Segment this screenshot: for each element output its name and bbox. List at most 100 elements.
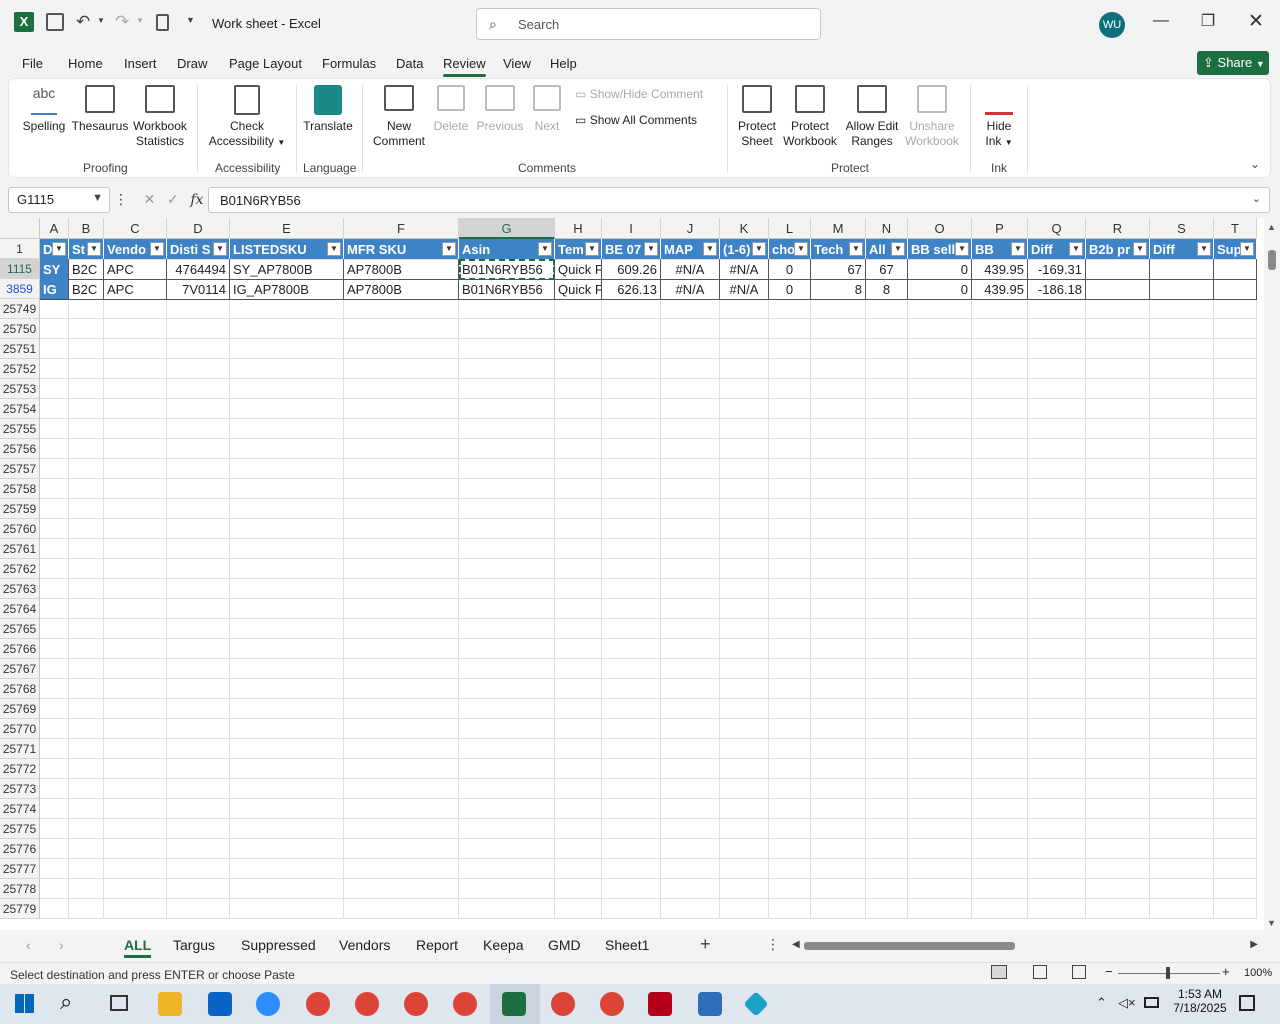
empty-cell[interactable] bbox=[811, 399, 866, 419]
empty-cell[interactable] bbox=[908, 579, 972, 599]
empty-cell[interactable] bbox=[459, 519, 555, 539]
table-cell[interactable]: IG bbox=[40, 279, 69, 300]
empty-cell[interactable] bbox=[459, 699, 555, 719]
empty-cell[interactable] bbox=[69, 759, 104, 779]
empty-cell[interactable] bbox=[1028, 839, 1086, 859]
empty-cell[interactable] bbox=[230, 319, 344, 339]
empty-cell[interactable] bbox=[1086, 719, 1150, 739]
empty-cell[interactable] bbox=[40, 339, 69, 359]
empty-cell[interactable] bbox=[1086, 699, 1150, 719]
empty-cell[interactable] bbox=[811, 879, 866, 899]
empty-cell[interactable] bbox=[230, 559, 344, 579]
empty-cell[interactable] bbox=[555, 659, 602, 679]
empty-cell[interactable] bbox=[720, 419, 769, 439]
empty-cell[interactable] bbox=[602, 799, 661, 819]
empty-cell[interactable] bbox=[602, 319, 661, 339]
empty-cell[interactable] bbox=[866, 799, 908, 819]
empty-cell[interactable] bbox=[555, 539, 602, 559]
table-cell[interactable]: Quick F bbox=[555, 279, 602, 300]
empty-cell[interactable] bbox=[1214, 399, 1257, 419]
empty-cell[interactable] bbox=[720, 459, 769, 479]
empty-cell[interactable] bbox=[1028, 519, 1086, 539]
clock[interactable]: 1:53 AM 7/18/2025 bbox=[1165, 987, 1235, 1015]
empty-cell[interactable] bbox=[1214, 299, 1257, 319]
empty-cell[interactable] bbox=[866, 559, 908, 579]
empty-cell[interactable] bbox=[661, 639, 720, 659]
empty-cell[interactable] bbox=[1028, 539, 1086, 559]
column-header-n[interactable]: N bbox=[866, 218, 908, 239]
empty-cell[interactable] bbox=[1086, 659, 1150, 679]
table-cell[interactable]: 0 bbox=[908, 279, 972, 300]
empty-cell[interactable] bbox=[1086, 779, 1150, 799]
empty-cell[interactable] bbox=[69, 879, 104, 899]
column-header-j[interactable]: J bbox=[661, 218, 720, 239]
empty-cell[interactable] bbox=[811, 839, 866, 859]
empty-cell[interactable] bbox=[230, 899, 344, 919]
empty-cell[interactable] bbox=[555, 699, 602, 719]
empty-cell[interactable] bbox=[459, 559, 555, 579]
tab-draw[interactable]: Draw bbox=[177, 56, 207, 71]
empty-cell[interactable] bbox=[769, 359, 811, 379]
empty-cell[interactable] bbox=[344, 579, 459, 599]
empty-cell[interactable] bbox=[1214, 699, 1257, 719]
column-header-b[interactable]: B bbox=[69, 218, 104, 239]
empty-cell[interactable] bbox=[1150, 599, 1214, 619]
empty-cell[interactable] bbox=[230, 519, 344, 539]
network-icon[interactable] bbox=[1144, 997, 1159, 1008]
empty-cell[interactable] bbox=[1086, 399, 1150, 419]
empty-cell[interactable] bbox=[720, 839, 769, 859]
empty-cell[interactable] bbox=[1086, 559, 1150, 579]
table-cell[interactable] bbox=[1214, 259, 1257, 280]
empty-cell[interactable] bbox=[69, 779, 104, 799]
table-cell[interactable]: 0 bbox=[769, 259, 811, 280]
empty-cell[interactable] bbox=[720, 539, 769, 559]
empty-cell[interactable] bbox=[344, 639, 459, 659]
empty-cell[interactable] bbox=[69, 859, 104, 879]
empty-cell[interactable] bbox=[769, 459, 811, 479]
empty-cell[interactable] bbox=[602, 379, 661, 399]
sheet-tab-keepa[interactable]: Keepa bbox=[483, 937, 523, 953]
empty-cell[interactable] bbox=[104, 379, 167, 399]
empty-cell[interactable] bbox=[459, 739, 555, 759]
empty-cell[interactable] bbox=[555, 379, 602, 399]
empty-cell[interactable] bbox=[1150, 459, 1214, 479]
empty-cell[interactable] bbox=[167, 679, 230, 699]
empty-cell[interactable] bbox=[1150, 719, 1214, 739]
empty-cell[interactable] bbox=[459, 459, 555, 479]
empty-cell[interactable] bbox=[344, 619, 459, 639]
row-header[interactable]: 25765 bbox=[0, 619, 40, 639]
windows-start-icon[interactable] bbox=[15, 994, 34, 1013]
row-header[interactable]: 25752 bbox=[0, 359, 40, 379]
chrome-icon[interactable] bbox=[355, 992, 379, 1016]
empty-cell[interactable] bbox=[167, 519, 230, 539]
empty-cell[interactable] bbox=[167, 619, 230, 639]
empty-cell[interactable] bbox=[602, 899, 661, 919]
filter-dropdown-icon[interactable]: ▼ bbox=[442, 242, 456, 256]
empty-cell[interactable] bbox=[1150, 539, 1214, 559]
empty-cell[interactable] bbox=[1028, 759, 1086, 779]
empty-cell[interactable] bbox=[866, 839, 908, 859]
empty-cell[interactable] bbox=[908, 699, 972, 719]
empty-cell[interactable] bbox=[40, 599, 69, 619]
empty-cell[interactable] bbox=[459, 479, 555, 499]
empty-cell[interactable] bbox=[167, 479, 230, 499]
search-input[interactable]: ⌕ Search bbox=[476, 8, 821, 40]
empty-cell[interactable] bbox=[1086, 839, 1150, 859]
empty-cell[interactable] bbox=[972, 339, 1028, 359]
empty-cell[interactable] bbox=[167, 419, 230, 439]
avatar[interactable]: WU bbox=[1099, 12, 1125, 38]
empty-cell[interactable] bbox=[104, 759, 167, 779]
empty-cell[interactable] bbox=[908, 459, 972, 479]
empty-cell[interactable] bbox=[40, 419, 69, 439]
empty-cell[interactable] bbox=[459, 899, 555, 919]
empty-cell[interactable] bbox=[866, 459, 908, 479]
column-header-m[interactable]: M bbox=[811, 218, 866, 239]
empty-cell[interactable] bbox=[1028, 899, 1086, 919]
redo-dropdown-icon[interactable]: ▼ bbox=[136, 16, 144, 25]
empty-cell[interactable] bbox=[811, 499, 866, 519]
empty-cell[interactable] bbox=[811, 739, 866, 759]
table-header-cell[interactable]: BB ▼ bbox=[972, 239, 1028, 260]
scroll-tabs-right-icon[interactable]: › bbox=[59, 937, 64, 953]
empty-cell[interactable] bbox=[720, 379, 769, 399]
empty-cell[interactable] bbox=[555, 359, 602, 379]
